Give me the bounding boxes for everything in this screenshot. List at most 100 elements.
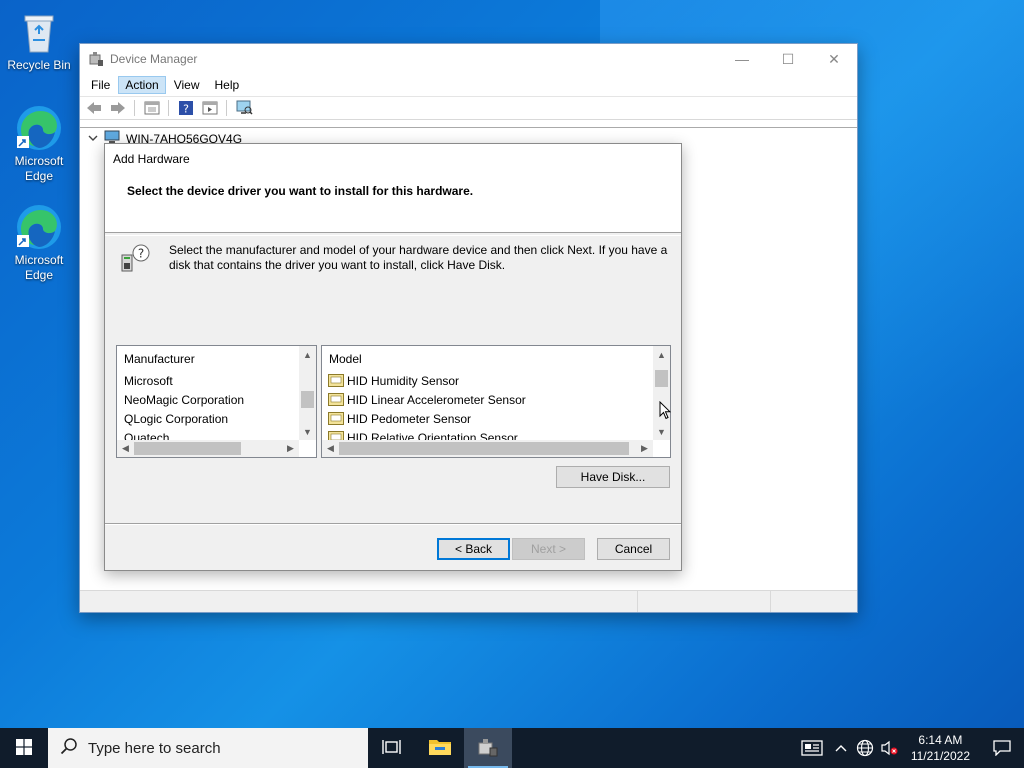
window-title: Device Manager xyxy=(110,52,198,66)
list-item[interactable]: HID Humidity Sensor xyxy=(328,374,459,388)
desktop-icon-recycle-bin[interactable]: Recycle Bin xyxy=(3,8,75,73)
notifications-icon[interactable] xyxy=(980,728,1024,768)
add-hardware-dialog: Add Hardware Select the device driver yo… xyxy=(104,143,682,571)
list-item[interactable]: Microsoft xyxy=(124,374,173,388)
file-explorer-button[interactable] xyxy=(416,728,464,768)
divider xyxy=(105,235,681,236)
device-manager-icon xyxy=(88,51,104,67)
model-label: HID Linear Accelerometer Sensor xyxy=(347,393,526,407)
scrollbar-thumb[interactable] xyxy=(134,442,241,455)
maximize-button[interactable]: ☐ xyxy=(765,44,811,74)
toolbar-separator xyxy=(134,100,135,116)
scan-hardware-icon[interactable] xyxy=(234,99,253,117)
task-view-icon xyxy=(382,739,402,758)
model-header: Model xyxy=(329,352,362,366)
svg-text:?: ? xyxy=(183,103,189,116)
model-list[interactable]: Model HID Humidity Sensor HID Linear Acc… xyxy=(321,345,671,458)
scroll-down-icon[interactable]: ▼ xyxy=(299,423,316,440)
scroll-right-icon[interactable]: ▶ xyxy=(282,440,299,457)
list-item[interactable]: Quatech xyxy=(124,431,169,440)
next-button[interactable]: Next > xyxy=(512,538,585,560)
menu-help[interactable]: Help xyxy=(208,76,247,94)
desktop-icon-edge[interactable]: Microsoft Edge xyxy=(3,203,75,283)
back-button[interactable]: < Back xyxy=(437,538,510,560)
manufacturer-header: Manufacturer xyxy=(124,352,195,366)
title-bar[interactable]: Device Manager — ☐ ✕ xyxy=(80,44,857,74)
clock-date: 11/21/2022 xyxy=(910,749,970,763)
clock-time: 6:14 AM xyxy=(918,733,963,747)
scrollbar-thumb[interactable] xyxy=(655,370,668,387)
divider xyxy=(105,524,681,525)
dialog-heading: Select the device driver you want to ins… xyxy=(127,184,474,198)
scroll-up-icon[interactable]: ▲ xyxy=(299,346,316,363)
volume-muted-icon[interactable] xyxy=(877,728,901,768)
forward-arrow-icon[interactable] xyxy=(108,99,127,117)
model-label: HID Relative Orientation Sensor xyxy=(347,431,518,440)
model-label: HID Pedometer Sensor xyxy=(347,412,472,426)
menu-file[interactable]: File xyxy=(84,76,117,94)
list-item[interactable]: HID Pedometer Sensor xyxy=(328,412,471,426)
instructions-row: ? Select the manufacturer and model of y… xyxy=(119,243,669,275)
dialog-header: Add Hardware Select the device driver yo… xyxy=(105,144,681,233)
sensor-icon xyxy=(328,431,344,440)
desktop-icon-label: Microsoft Edge xyxy=(14,253,64,282)
edge-icon xyxy=(15,203,63,251)
status-pane xyxy=(638,591,771,612)
network-globe-icon[interactable] xyxy=(853,728,877,768)
start-button[interactable] xyxy=(0,728,48,768)
device-manager-taskbar-button[interactable] xyxy=(464,728,512,768)
toolbar-separator xyxy=(226,100,227,116)
task-view-button[interactable] xyxy=(368,728,416,768)
instructions-text: Select the manufacturer and model of you… xyxy=(169,243,668,272)
news-icon[interactable] xyxy=(795,728,829,768)
list-item[interactable]: HID Relative Orientation Sensor xyxy=(328,431,518,440)
system-tray: 6:14 AM 11/21/2022 xyxy=(795,728,1024,768)
sensor-icon xyxy=(328,412,344,425)
model-label: HID Humidity Sensor xyxy=(347,374,460,388)
status-pane xyxy=(80,591,638,612)
back-arrow-icon[interactable] xyxy=(84,99,103,117)
manufacturer-list[interactable]: Manufacturer Microsoft NeoMagic Corporat… xyxy=(116,345,317,458)
chevron-up-icon[interactable] xyxy=(829,728,853,768)
vertical-scrollbar[interactable]: ▲ ▼ xyxy=(653,346,670,440)
toolbar: ? xyxy=(80,96,857,120)
search-placeholder: Type here to search xyxy=(88,739,221,757)
scroll-down-icon[interactable]: ▼ xyxy=(653,423,670,440)
list-item[interactable]: QLogic Corporation xyxy=(124,412,228,426)
update-driver-icon[interactable] xyxy=(200,99,219,117)
desktop-icon-label: Recycle Bin xyxy=(7,58,71,72)
svg-text:?: ? xyxy=(138,247,144,261)
chevron-down-icon[interactable] xyxy=(88,132,98,146)
scrollbar-thumb[interactable] xyxy=(301,391,314,408)
scroll-up-icon[interactable]: ▲ xyxy=(653,346,670,363)
horizontal-scrollbar[interactable]: ◀ ▶ xyxy=(322,440,653,457)
status-bar xyxy=(80,590,857,612)
cancel-button[interactable]: Cancel xyxy=(597,538,670,560)
help-icon[interactable]: ? xyxy=(176,99,195,117)
scroll-left-icon[interactable]: ◀ xyxy=(117,440,134,457)
taskbar-search[interactable]: Type here to search xyxy=(48,728,368,768)
vertical-scrollbar[interactable]: ▲ ▼ xyxy=(299,346,316,440)
desktop-icon-edge[interactable]: Microsoft Edge xyxy=(3,104,75,184)
list-item[interactable]: HID Linear Accelerometer Sensor xyxy=(328,393,526,407)
search-icon xyxy=(60,737,78,759)
list-item[interactable]: NeoMagic Corporation xyxy=(124,393,244,407)
horizontal-scrollbar[interactable]: ◀ ▶ xyxy=(117,440,299,457)
have-disk-button[interactable]: Have Disk... xyxy=(556,466,670,488)
toolbar-separator xyxy=(168,100,169,116)
minimize-button[interactable]: — xyxy=(719,44,765,74)
desktop-icon-label: Microsoft Edge xyxy=(14,154,64,183)
sensor-icon xyxy=(328,393,344,406)
clock[interactable]: 6:14 AM 11/21/2022 xyxy=(911,732,970,764)
folder-icon xyxy=(428,737,452,760)
mouse-cursor-icon xyxy=(659,400,672,423)
scroll-left-icon[interactable]: ◀ xyxy=(322,440,339,457)
properties-icon[interactable] xyxy=(142,99,161,117)
recycle-bin-icon xyxy=(15,8,63,56)
menu-action[interactable]: Action xyxy=(118,76,166,94)
scroll-right-icon[interactable]: ▶ xyxy=(636,440,653,457)
close-button[interactable]: ✕ xyxy=(811,44,857,74)
menu-view[interactable]: View xyxy=(167,76,207,94)
scrollbar-thumb[interactable] xyxy=(339,442,629,455)
dialog-title: Add Hardware xyxy=(113,152,190,166)
